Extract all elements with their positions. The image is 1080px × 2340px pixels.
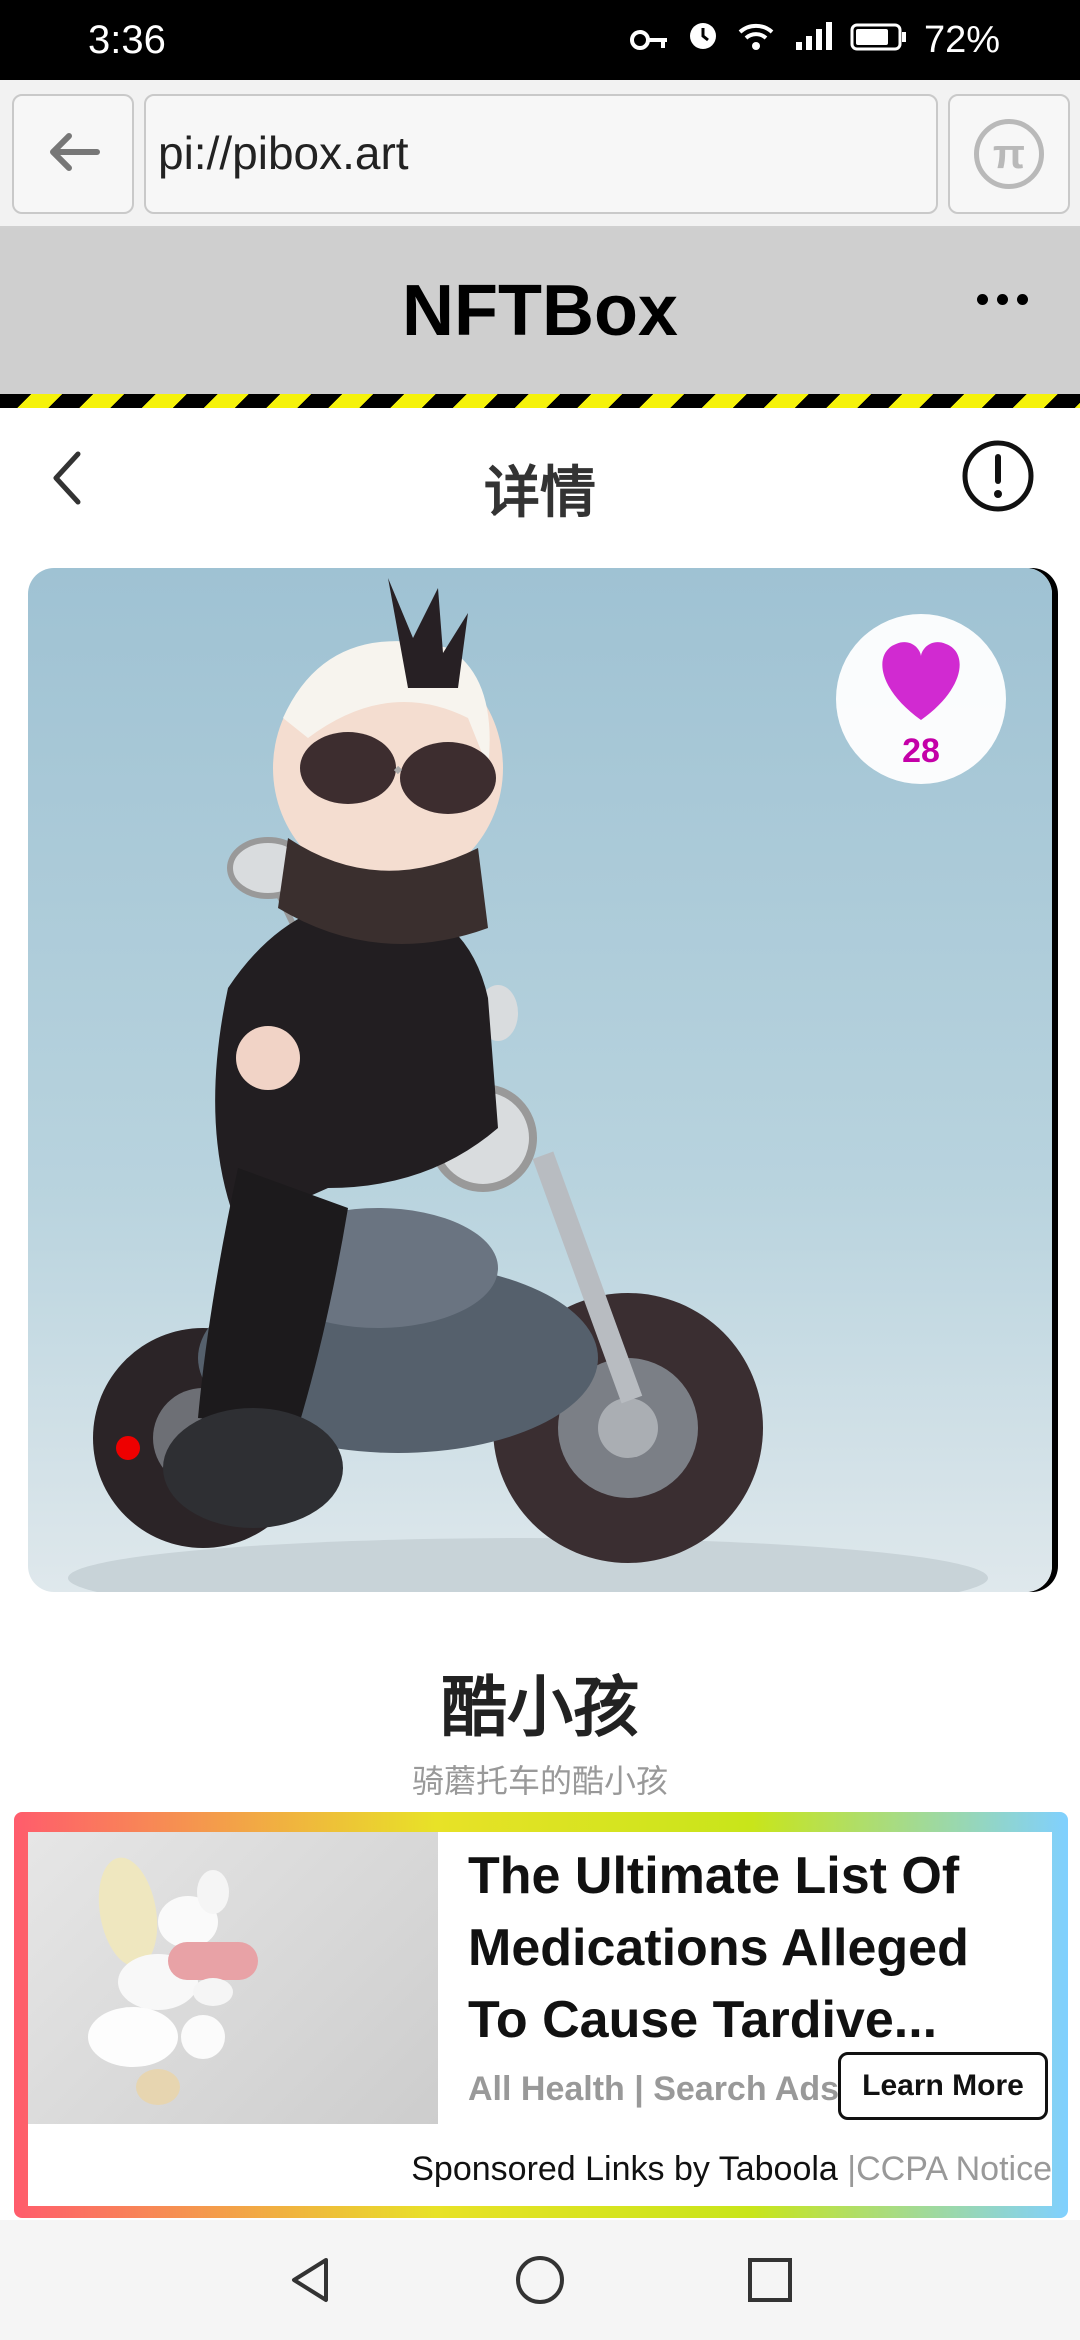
system-nav-bar xyxy=(0,2220,1080,2340)
battery-icon xyxy=(850,19,908,62)
app-title: NFTBox xyxy=(402,271,678,351)
detail-header: 详情 xyxy=(0,408,1080,548)
pi-logo-icon: π xyxy=(974,119,1044,189)
status-bar: 3:36 72% xyxy=(0,0,1080,80)
ad-source: All Health | Search Ads xyxy=(468,2070,840,2108)
nft-name: 酷小孩 xyxy=(441,1670,639,1744)
key-icon xyxy=(629,19,670,62)
pills-image xyxy=(88,1857,258,2105)
arrow-left-icon xyxy=(45,132,101,177)
page-title: 详情 xyxy=(484,461,596,524)
pi-browser-button[interactable]: π xyxy=(948,94,1070,214)
nft-description: 骑蘑托车的酷小孩 xyxy=(411,1763,668,1799)
taboola-link[interactable]: Sponsored Links by Taboola xyxy=(411,2150,838,2188)
status-time: 3:36 xyxy=(88,18,166,62)
url-field[interactable]: pi://pibox.art xyxy=(144,94,938,214)
url-text: pi://pibox.art xyxy=(158,127,409,179)
more-horizontal-icon[interactable] xyxy=(977,294,1028,305)
ad-container[interactable]: The Ultimate List Of Medications Alleged… xyxy=(28,1832,1052,2206)
triangle-back-icon[interactable] xyxy=(284,2254,336,2311)
circle-home-icon[interactable] xyxy=(514,2254,566,2311)
app-header: NFTBox xyxy=(0,228,1080,394)
hazard-stripe-divider xyxy=(0,394,1080,408)
like-count: 28 xyxy=(902,732,940,770)
signal-4g-icon xyxy=(792,19,834,62)
battery-percent: 72% xyxy=(923,18,1000,61)
square-recents-icon[interactable] xyxy=(744,2254,796,2311)
like-button[interactable]: 28 xyxy=(836,614,1006,784)
browser-back-button[interactable] xyxy=(12,94,134,214)
browser-bar: pi://pibox.art π xyxy=(0,80,1080,228)
sponsored-links: Sponsored Links by Taboola |CCPA Notice xyxy=(411,2150,1052,2189)
ad-image[interactable] xyxy=(28,1832,438,2124)
info-circle-icon[interactable] xyxy=(960,438,1036,519)
wifi-icon xyxy=(736,19,776,62)
ad-headline[interactable]: The Ultimate List Of Medications Alleged… xyxy=(468,1840,1038,2056)
separator: | xyxy=(847,2150,857,2188)
ccpa-notice-link[interactable]: CCPA Notice xyxy=(856,2150,1052,2188)
alarm-icon xyxy=(686,18,720,62)
status-icons: 72% xyxy=(629,18,1000,62)
learn-more-button[interactable]: Learn More xyxy=(838,2052,1048,2120)
